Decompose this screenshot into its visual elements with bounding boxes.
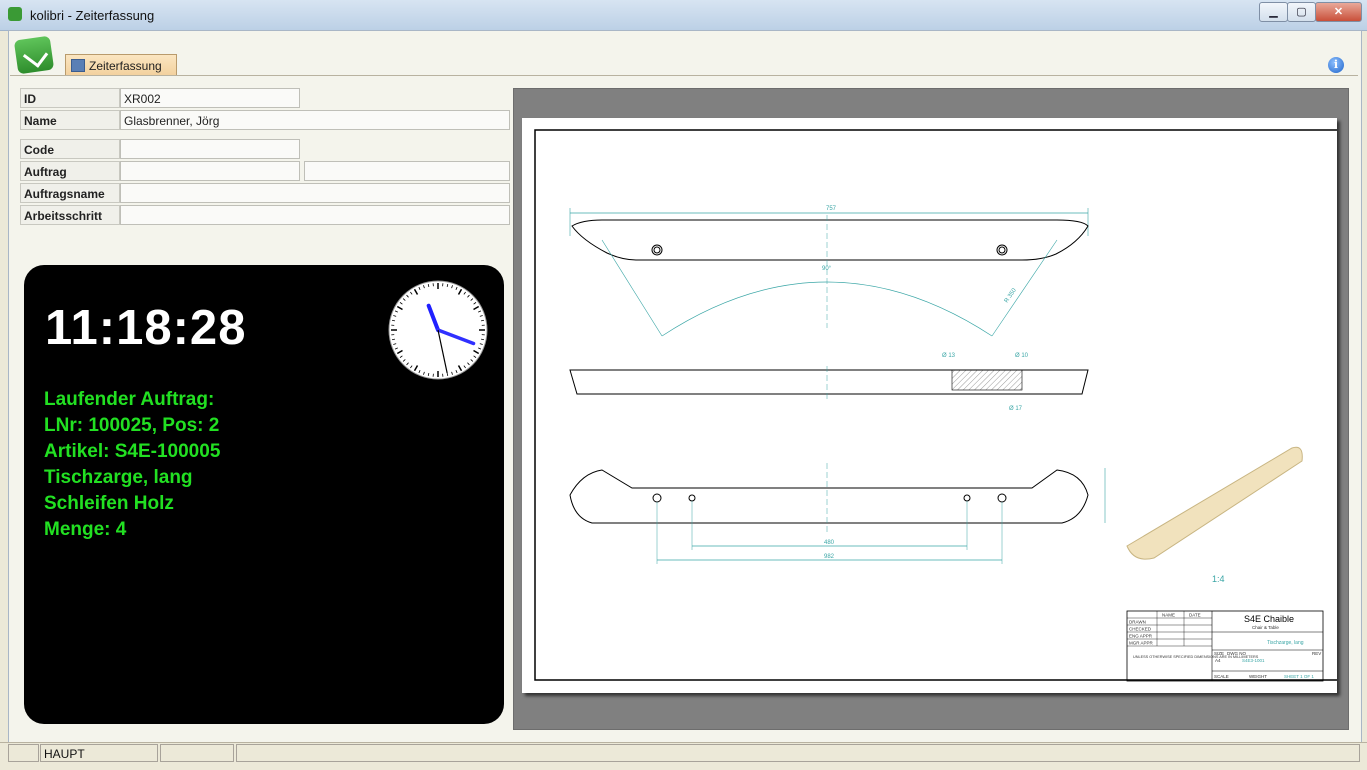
code-field[interactable] [120,139,300,159]
tab-label: Zeiterfassung [89,59,162,73]
job-heading: Laufender Auftrag: [44,389,214,411]
tb-drawn: DRAWN [1129,620,1146,625]
tb-weight: WEIGHT [1249,674,1267,679]
tb-rev: REV [1312,651,1321,656]
tb-name-header: NAME [1162,613,1175,618]
id-field[interactable]: XR002 [120,88,300,108]
kolibri-app-icon [8,7,22,21]
tb-date-header: DATE [1189,613,1201,618]
window-title: kolibri - Zeiterfassung [30,8,154,23]
technical-drawing-sheet: 757 90° R 350 Ø 13 Ø 10 Ø 17 480 982 [522,118,1337,693]
job-artikel: Artikel: S4E-100005 [44,441,220,463]
tab-strip-divider [10,75,1358,76]
job-quantity: Menge: 4 [44,519,126,541]
auftrag-field[interactable] [120,161,300,181]
tb-company-sub: Chair & Table [1252,625,1279,630]
status-cell-mode: HAUPT [40,744,158,762]
status-cell-4 [236,744,1360,762]
tb-scale: SCALE [1214,674,1229,679]
job-step: Schleifen Holz [44,493,174,515]
tb-sheet: SHEET 1 OF 1 [1284,674,1314,679]
name-label: Name [20,110,120,130]
status-cell-3 [160,744,234,762]
maximize-button[interactable]: ▢ [1287,2,1316,22]
name-field[interactable]: Glasbrenner, Jörg [120,110,510,130]
dim-phi3: Ø 17 [1009,406,1023,412]
arbeitsschritt-label: Arbeitsschritt [20,205,120,225]
dim-top: 757 [826,206,837,212]
kolibri-logo-icon[interactable] [14,36,54,75]
close-button[interactable]: ✕ [1315,2,1362,22]
tb-size: SIZE [1214,651,1224,656]
dim-angle: 90° [822,266,832,272]
auftragsname-field[interactable] [120,183,510,203]
info-icon[interactable]: i [1328,57,1344,73]
clipboard-icon [71,59,85,72]
dim-phi1: Ø 13 [942,353,956,359]
tb-company: S4E Chaible [1244,614,1294,624]
tb-part: Tischzarge, lang [1267,640,1304,646]
minimize-button[interactable]: ▁ [1259,2,1288,22]
status-bar: HAUPT [0,742,1367,770]
id-label: ID [20,88,120,108]
dim-982: 982 [824,554,835,560]
code-label: Code [20,139,120,159]
job-lnr: LNr: 100025, Pos: 2 [44,415,219,437]
job-article-name: Tischzarge, lang [44,467,193,489]
dim-radius: R 350 [1004,287,1018,304]
technical-drawing: 757 90° R 350 Ø 13 Ø 10 Ø 17 480 982 [522,118,1337,693]
auftragsname-label: Auftragsname [20,183,120,203]
digital-clock: 11:18:28 [45,300,246,356]
tb-mgr-appr: MGR APPR [1129,641,1154,646]
analog-clock [388,280,488,380]
arbeitsschritt-field[interactable] [120,205,510,225]
tb-eng-appr: ENG APPR [1129,634,1153,639]
tab-zeiterfassung[interactable]: Zeiterfassung [65,54,177,76]
auftrag-label: Auftrag [20,161,120,181]
auftrag-position-field[interactable] [304,161,510,181]
tb-dwg: DWG NO [1227,651,1246,656]
dim-480: 480 [824,540,835,546]
tb-checked: CHECKED [1129,627,1152,632]
dim-phi2: Ø 10 [1015,353,1029,359]
title-bar: kolibri - Zeiterfassung ▁ ▢ ✕ [0,0,1367,31]
scale-note: 1:4 [1212,574,1225,584]
tb-a4: A4 [1215,658,1221,663]
tb-number: S4E3-1001 [1242,658,1265,663]
status-cell-1 [8,744,39,762]
